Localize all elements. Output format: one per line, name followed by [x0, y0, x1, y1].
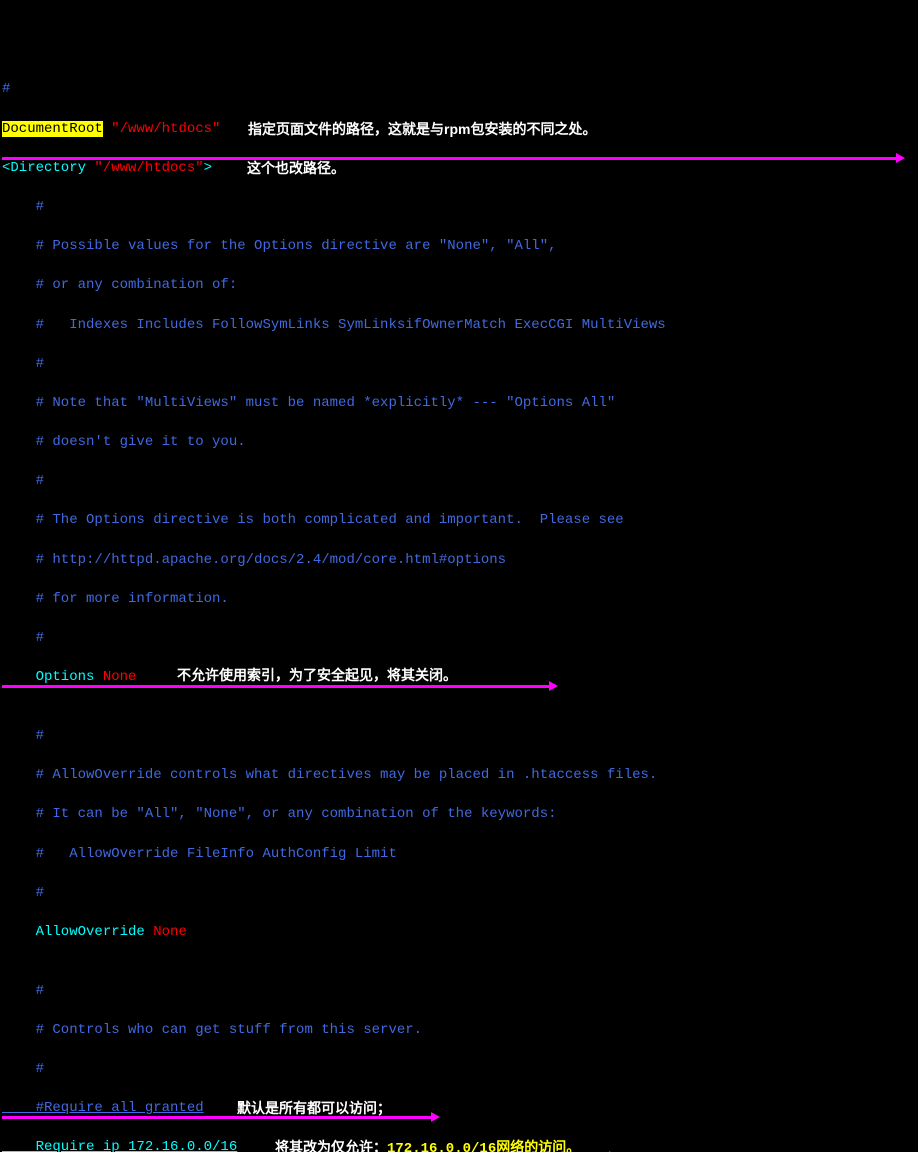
comment-line: # Indexes Includes FollowSymLinks SymLin…: [2, 316, 916, 336]
comment-line: # AllowOverride FileInfo AuthConfig Limi…: [2, 845, 916, 865]
require-commented-line: #Require all granted默认是所有都可以访问；: [2, 1099, 916, 1119]
comment-line: #: [2, 884, 916, 904]
annotation-2: 这个也改路径。: [247, 159, 345, 179]
comment-line: # doesn't give it to you.: [2, 433, 916, 453]
comment-line: # http://httpd.apache.org/docs/2.4/mod/c…: [2, 551, 916, 571]
options-line: Options None不允许使用索引，为了安全起见，将其关闭。: [2, 668, 916, 688]
directory-open-line: <Directory "/www/htdocs">这个也改路径。: [2, 159, 916, 179]
comment-line: #: [2, 198, 916, 218]
require-ip-line: Require ip 172.16.0.0/16将其改为仅允许：172.16.0…: [2, 1138, 916, 1152]
arrow-1: [2, 157, 897, 160]
comment-line: # or any combination of:: [2, 276, 916, 296]
comment-line: # It can be "All", "None", or any combin…: [2, 805, 916, 825]
comment-line: # Note that "MultiViews" must be named *…: [2, 394, 916, 414]
comment-line: #: [2, 80, 916, 100]
hl-documentroot: DocumentRoot: [2, 121, 103, 137]
comment-line: # Controls who can get stuff from this s…: [2, 1021, 916, 1041]
comment-line: #: [2, 982, 916, 1002]
comment-line: # for more information.: [2, 590, 916, 610]
comment-line: #: [2, 1060, 916, 1080]
comment-line: #: [2, 472, 916, 492]
comment-line: #: [2, 355, 916, 375]
annotation-1: 指定页面文件的路径，这就是与rpm包安装的不同之处。: [248, 120, 596, 140]
documentroot-line: DocumentRoot "/www/htdocs" 指定页面文件的路径，这就是与…: [2, 120, 916, 140]
annotation-3: 不允许使用索引，为了安全起见，将其关闭。: [177, 666, 457, 686]
comment-line: # AllowOverride controls what directives…: [2, 766, 916, 786]
comment-line: #: [2, 727, 916, 747]
comment-line: # Possible values for the Options direct…: [2, 237, 916, 257]
comment-line: # The Options directive is both complica…: [2, 511, 916, 531]
hl-path: "/www/htdocs": [103, 121, 221, 137]
comment-line: #: [2, 629, 916, 649]
annotation-4: 默认是所有都可以访问；: [237, 1099, 391, 1119]
allowoverride-line: AllowOverride None: [2, 923, 916, 943]
annotation-5: 将其改为仅允许：172.16.0.0/16网络的访问。: [275, 1138, 580, 1152]
